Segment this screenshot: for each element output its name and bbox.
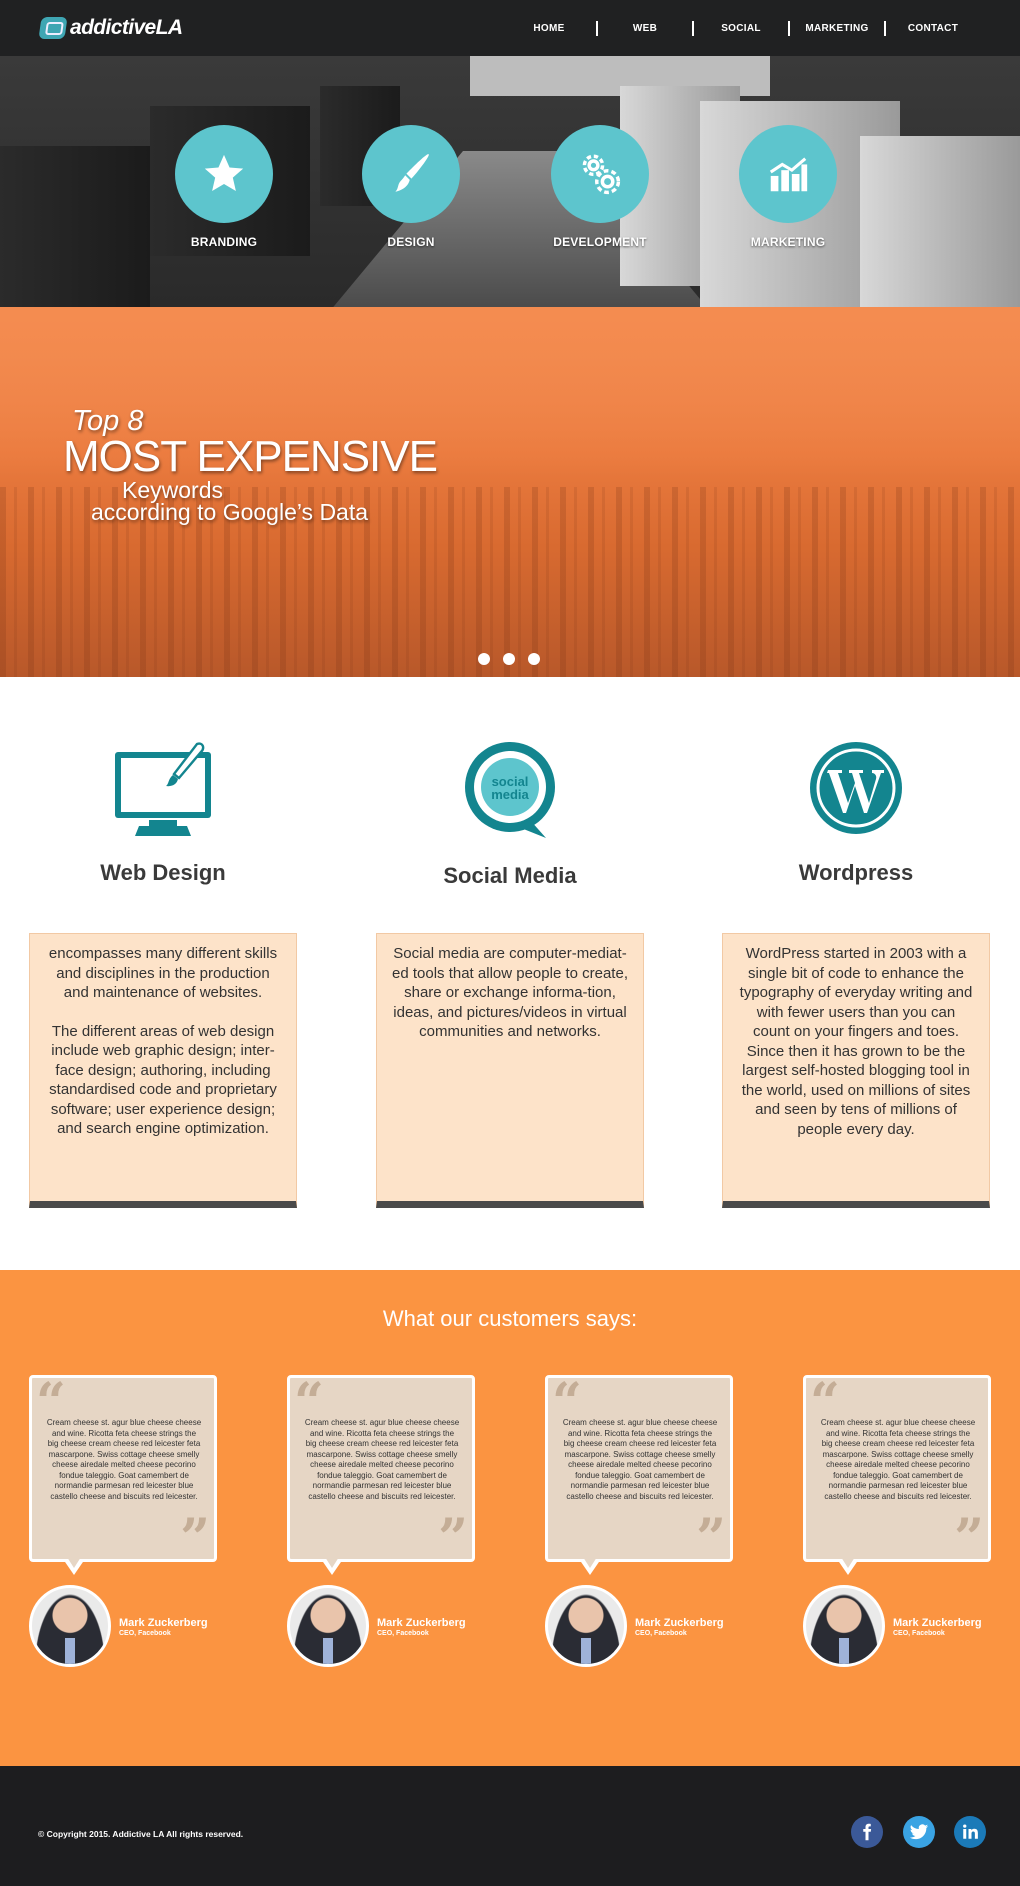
hero-background-desk bbox=[0, 146, 150, 307]
feature-title: Social Media bbox=[443, 863, 577, 888]
site-header: addictiveLA HOME WEB SOCIAL MARKETING CO… bbox=[0, 0, 1020, 56]
twitter-icon[interactable] bbox=[903, 1816, 935, 1848]
service-label: BRANDING bbox=[190, 235, 258, 249]
nav-social[interactable]: SOCIAL bbox=[694, 23, 788, 34]
testimonial-role: CEO, Facebook bbox=[635, 1630, 687, 1637]
testimonial-name: Mark Zuckerberg bbox=[635, 1617, 724, 1629]
logo[interactable]: addictiveLA bbox=[38, 15, 183, 41]
testimonials-heading: What our customers says: bbox=[382, 1306, 638, 1331]
testimonial-quote: Cream cheese st. agur blue cheese cheese… bbox=[820, 1418, 976, 1501]
feature-icon-wrap bbox=[29, 740, 297, 840]
service-label: DEVELOPMENT bbox=[553, 235, 647, 249]
social-icon-text: media bbox=[491, 787, 529, 802]
nav-web[interactable]: WEB bbox=[598, 23, 692, 34]
feature-paragraph: encompasses many different skills and di… bbox=[48, 945, 278, 1001]
testimonial-name: Mark Zuckerberg bbox=[893, 1617, 982, 1629]
close-quote-icon: ” bbox=[438, 1508, 468, 1569]
avatar bbox=[29, 1585, 111, 1667]
feature-paragraph: WordPress started in 2003 with a single … bbox=[739, 945, 973, 1138]
testimonial-role: CEO, Facebook bbox=[893, 1630, 945, 1637]
testimonial-quote: Cream cheese st. agur blue cheese cheese… bbox=[304, 1418, 460, 1501]
slider-title-line-4: according to Google’s Data bbox=[91, 499, 369, 525]
slider-title-line-2: MOST EXPENSIVE bbox=[63, 432, 438, 481]
service-circle bbox=[739, 125, 837, 223]
nav-contact[interactable]: CONTACT bbox=[886, 23, 980, 34]
testimonial-bubble: “ Cream cheese st. agur blue cheese chee… bbox=[29, 1372, 217, 1569]
testimonial-bubble: “ Cream cheese st. agur blue cheese chee… bbox=[545, 1372, 733, 1569]
feature-paragraph: The different areas of web design includ… bbox=[49, 1022, 277, 1138]
service-design[interactable]: DESIGN bbox=[331, 125, 491, 249]
service-development[interactable]: DEVELOPMENT bbox=[520, 125, 680, 249]
avatar bbox=[803, 1585, 885, 1667]
service-circle bbox=[551, 125, 649, 223]
nav-marketing[interactable]: MARKETING bbox=[790, 23, 884, 34]
testimonials-section: What our customers says: “ Cream cheese … bbox=[0, 1270, 1020, 1766]
feature-description-box: WordPress started in 2003 with a single … bbox=[722, 933, 990, 1208]
testimonial-quote: Cream cheese st. agur blue cheese cheese… bbox=[562, 1418, 718, 1501]
service-circle bbox=[362, 125, 460, 223]
logo-mark-icon bbox=[38, 17, 68, 39]
testimonial-bubble: “ Cream cheese st. agur blue cheese chee… bbox=[287, 1372, 475, 1569]
feature-paragraph: Social media are computer-mediat-ed tool… bbox=[392, 945, 628, 1040]
slider-dot[interactable] bbox=[528, 653, 540, 665]
site-footer: © Copyright 2015. Addictive LA All right… bbox=[0, 1766, 1020, 1886]
feature-icon-wrap: social media bbox=[376, 740, 644, 840]
testimonial-quote: Cream cheese st. agur blue cheese cheese… bbox=[46, 1418, 202, 1501]
copyright-text: © Copyright 2015. Addictive LA All right… bbox=[38, 1829, 244, 1839]
logo-text: addictiveLA bbox=[70, 16, 183, 39]
gears-icon bbox=[582, 154, 621, 195]
chart-icon bbox=[769, 157, 808, 192]
bubble-tail bbox=[579, 1557, 601, 1575]
bubble-tail bbox=[63, 1557, 85, 1575]
feature-description-box: Social media are computer-mediat-ed tool… bbox=[376, 933, 644, 1208]
close-quote-icon: ” bbox=[180, 1508, 210, 1569]
avatar bbox=[287, 1585, 369, 1667]
facebook-icon[interactable] bbox=[851, 1816, 883, 1848]
slider-dot[interactable] bbox=[503, 653, 515, 665]
feature-description-box: encompasses many different skills and di… bbox=[29, 933, 297, 1208]
service-marketing[interactable]: MARKETING bbox=[708, 125, 868, 249]
testimonial-role: CEO, Facebook bbox=[377, 1630, 429, 1637]
service-label: MARKETING bbox=[750, 235, 826, 249]
avatar bbox=[545, 1585, 627, 1667]
monitor-brush-icon bbox=[115, 742, 211, 836]
service-branding[interactable]: BRANDING bbox=[144, 125, 304, 249]
nav-home[interactable]: HOME bbox=[502, 23, 596, 34]
slider-pagination bbox=[478, 653, 540, 665]
feature-title: Wordpress bbox=[798, 860, 914, 885]
bubble-tail bbox=[837, 1557, 859, 1575]
social-media-bubble-icon: social media bbox=[465, 742, 555, 838]
service-circle bbox=[175, 125, 273, 223]
feature-icon-wrap bbox=[722, 740, 990, 840]
bubble-tail bbox=[321, 1557, 343, 1575]
service-label: DESIGN bbox=[387, 235, 435, 249]
wordpress-icon bbox=[810, 742, 902, 834]
testimonial-role: CEO, Facebook bbox=[119, 1630, 171, 1637]
promo-slider: Top 8 MOST EXPENSIVE Keywords according … bbox=[0, 307, 1020, 677]
hero-banner: BRANDING DESIGN DEVELOPMENT MARKETING bbox=[0, 56, 1020, 307]
star-icon bbox=[204, 154, 244, 192]
main-nav: HOME WEB SOCIAL MARKETING CONTACT bbox=[502, 0, 980, 56]
paintbrush-icon bbox=[395, 154, 429, 192]
slider-dot[interactable] bbox=[478, 653, 490, 665]
testimonial-bubble: “ Cream cheese st. agur blue cheese chee… bbox=[803, 1372, 991, 1569]
hero-background-desk bbox=[860, 136, 1020, 307]
linkedin-icon[interactable] bbox=[954, 1816, 986, 1848]
close-quote-icon: ” bbox=[696, 1508, 726, 1569]
feature-title: Web Design bbox=[100, 860, 226, 885]
testimonial-name: Mark Zuckerberg bbox=[119, 1617, 208, 1629]
testimonial-name: Mark Zuckerberg bbox=[377, 1617, 466, 1629]
close-quote-icon: ” bbox=[954, 1508, 984, 1569]
